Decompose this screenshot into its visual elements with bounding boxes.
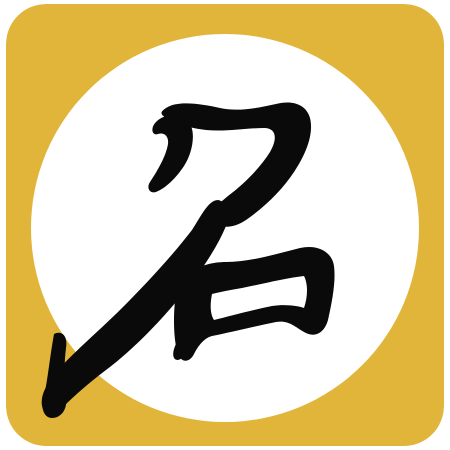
app-icon[interactable]: 名 [6,4,444,446]
icon-stage: 名 [0,0,450,450]
calligraphy-icon [6,4,444,446]
